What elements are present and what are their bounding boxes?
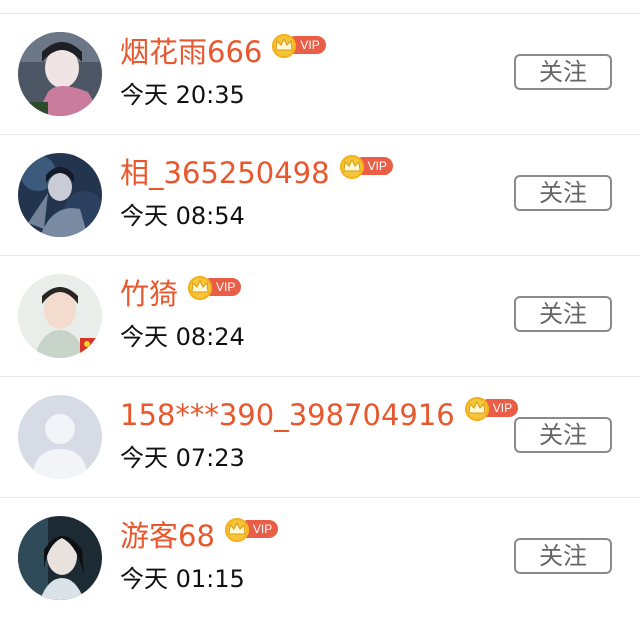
default-avatar[interactable] — [18, 395, 102, 479]
crown-icon — [224, 518, 249, 542]
username[interactable]: 烟花雨666 VIP — [120, 34, 328, 70]
follow-button[interactable]: 关注 — [514, 417, 612, 453]
user-row[interactable]: 烟花雨666 VIP 今天 20:35 关注 — [0, 14, 640, 134]
vip-badge: VIP — [188, 276, 244, 300]
username[interactable]: 游客68 VIP — [120, 518, 281, 554]
follow-button[interactable]: 关注 — [514, 296, 612, 332]
timestamp: 今天 07:23 — [120, 444, 245, 472]
user-row[interactable]: 相_365250498 VIP 今天 08:54 关注 — [0, 135, 640, 255]
vip-badge: VIP — [224, 518, 281, 542]
username-text: 竹猗 — [120, 277, 179, 311]
follow-button[interactable]: 关注 — [514, 538, 612, 574]
crown-icon — [188, 276, 213, 300]
username[interactable]: 竹猗 VIP — [120, 276, 244, 312]
vip-badge: VIP — [464, 397, 521, 421]
follower-list: 烟花雨666 VIP 今天 20:35 关注 相_365250498 VIP 今天 … — [0, 0, 640, 615]
crown-icon — [272, 34, 297, 58]
username[interactable]: 158***390_398704916 VIP — [120, 397, 521, 433]
username-text: 相_365250498 — [120, 156, 330, 190]
timestamp: 今天 08:54 — [120, 202, 245, 230]
vip-badge: VIP — [339, 155, 396, 179]
username-text: 烟花雨666 — [120, 35, 263, 69]
user-row[interactable]: 158***390_398704916 VIP 今天 07:23 关注 — [0, 377, 640, 497]
avatar[interactable] — [18, 153, 102, 237]
avatar[interactable] — [18, 516, 102, 600]
timestamp: 今天 20:35 — [120, 81, 245, 109]
timestamp: 今天 01:15 — [120, 565, 245, 593]
username[interactable]: 相_365250498 VIP — [120, 155, 396, 191]
username-text: 游客68 — [120, 519, 215, 553]
avatar[interactable] — [18, 274, 102, 358]
crown-icon — [464, 397, 489, 421]
follow-button[interactable]: 关注 — [514, 54, 612, 90]
follow-button[interactable]: 关注 — [514, 175, 612, 211]
user-row[interactable]: 游客68 VIP 今天 01:15 关注 — [0, 498, 640, 618]
avatar[interactable] — [18, 32, 102, 116]
timestamp: 今天 08:24 — [120, 323, 245, 351]
crown-icon — [339, 155, 364, 179]
vip-badge: VIP — [272, 34, 328, 58]
user-row[interactable]: 竹猗 VIP 今天 08:24 关注 — [0, 256, 640, 376]
username-text: 158***390_398704916 — [120, 398, 455, 432]
